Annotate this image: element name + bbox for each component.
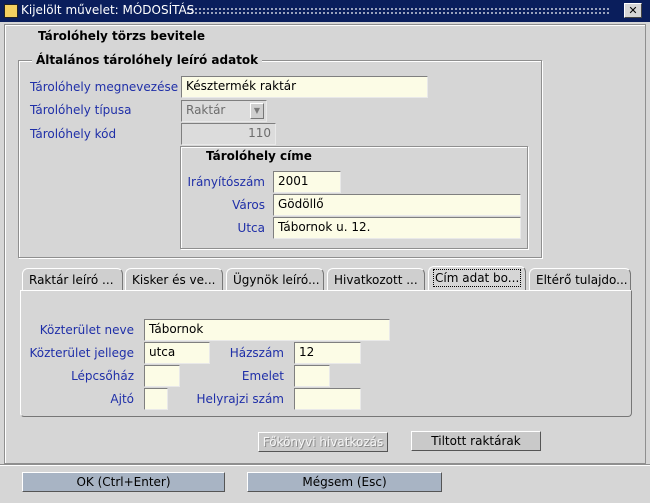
window-title: Kijelölt művelet: MÓDOSÍTÁS: [21, 3, 195, 17]
floor-label: Emelet: [241, 369, 284, 383]
storage-name-label: Tárolóhely megnevezése: [30, 80, 179, 94]
storage-type-dropdown: Raktár ▼: [181, 100, 267, 122]
floor-field[interactable]: [294, 365, 330, 387]
tab-label: Cím adat bo...: [432, 269, 522, 287]
tab-address-data[interactable]: Cím adat bo...: [428, 266, 526, 290]
storage-code-label: Tárolóhely kód: [30, 127, 117, 141]
title-bar: Kijelölt művelet: MÓDOSÍTÁS ✕: [0, 0, 650, 22]
tab-agent-description[interactable]: Ügynök leíró...: [226, 268, 324, 290]
bottom-separator: [0, 464, 650, 466]
general-data-header: Általános tárolóhely leíró adatok: [32, 53, 263, 67]
street-label: Utca: [237, 221, 265, 235]
tab-label: Hivatkozott ...: [334, 273, 418, 287]
public-space-name-field[interactable]: Tábornok: [144, 319, 390, 341]
tab-warehouse-description[interactable]: Raktár leíró ...: [22, 268, 123, 290]
ledger-reference-button: Főkönyvi hivatkozás: [258, 432, 388, 452]
tab-label: Raktár leíró ...: [29, 273, 114, 287]
staircase-label: Lépcsőház: [71, 369, 134, 383]
tab-label: Ügynök leíró...: [233, 273, 320, 287]
city-field[interactable]: Gödöllő: [273, 194, 521, 216]
storage-code-field: 110: [181, 123, 276, 145]
form-header: Tárolóhely törzs bevitele: [38, 29, 206, 43]
app-icon: [4, 4, 18, 18]
house-number-field[interactable]: 12: [294, 342, 361, 364]
public-space-name-label: Közterület neve: [39, 323, 134, 337]
address-header: Tárolóhely címe: [206, 149, 312, 163]
storage-type-value: Raktár: [186, 103, 226, 117]
zip-field[interactable]: 2001: [273, 171, 341, 193]
forbidden-warehouses-button[interactable]: Tiltott raktárak: [411, 431, 541, 451]
zip-label: Irányítószám: [187, 175, 265, 189]
tab-label: Kisker és ve...: [132, 273, 216, 287]
city-label: Város: [232, 198, 265, 212]
ok-button[interactable]: OK (Ctrl+Enter): [22, 472, 225, 492]
staircase-field[interactable]: [144, 365, 180, 387]
lot-number-label: Helyrajzi szám: [196, 392, 284, 406]
door-field[interactable]: [144, 388, 168, 410]
title-bar-pattern: [186, 7, 610, 15]
tab-different-owner[interactable]: Eltérő tulajdo...: [529, 268, 631, 290]
house-number-label: Házszám: [229, 346, 284, 360]
public-space-type-label: Közterület jellege: [29, 346, 134, 360]
chevron-down-icon: ▼: [250, 103, 264, 119]
tab-retail-wholesale[interactable]: Kisker és ve...: [125, 268, 223, 290]
storage-type-label: Tárolóhely típusa: [30, 103, 132, 117]
tab-referenced[interactable]: Hivatkozott ...: [327, 268, 425, 290]
door-label: Ajtó: [110, 392, 134, 406]
cancel-button[interactable]: Mégsem (Esc): [247, 472, 442, 492]
street-field[interactable]: Tábornok u. 12.: [273, 217, 521, 239]
storage-name-field[interactable]: Késztermék raktár: [181, 76, 428, 98]
close-icon[interactable]: ✕: [624, 3, 642, 18]
lot-number-field[interactable]: [294, 388, 361, 410]
tab-label: Eltérő tulajdo...: [536, 273, 628, 287]
